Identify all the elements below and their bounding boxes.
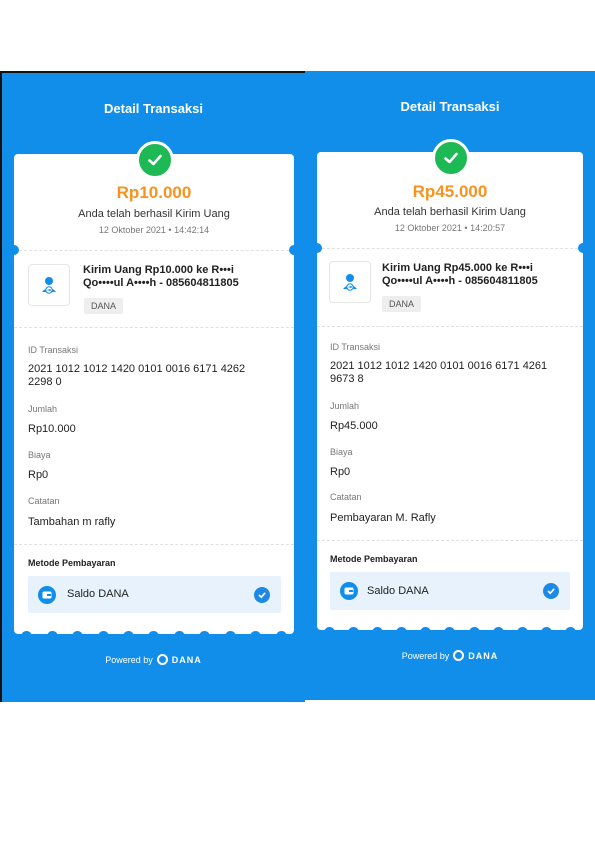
divider xyxy=(317,248,583,249)
transaction-title-line2: Qo••••ul A••••h - 085604811805 xyxy=(382,275,538,287)
wallet-icon xyxy=(38,586,56,604)
note-label: Catatan xyxy=(28,496,60,506)
divider xyxy=(14,250,294,251)
verified-check-icon xyxy=(543,583,559,599)
wallet-tag: DANA xyxy=(84,298,124,314)
transaction-title-line1: Kirim Uang Rp45.000 ke R•••i xyxy=(382,262,533,274)
transaction-datetime: 12 Oktober 2021 • 14:20:57 xyxy=(394,223,506,233)
receipt-card: Rp45.000 Anda telah berhasil Kirim Uang … xyxy=(312,152,588,630)
amount-label: Jumlah xyxy=(330,401,360,411)
id-label: ID Transaksi xyxy=(28,345,79,355)
verified-check-icon xyxy=(254,587,270,603)
transaction-id-line2: 2298 0 xyxy=(28,376,62,388)
amount-value: Rp10.000 xyxy=(28,423,76,435)
amount: Rp45.000 xyxy=(412,182,488,201)
powered-by: Powered by DANA xyxy=(305,650,595,661)
amount-label: Jumlah xyxy=(28,404,58,414)
header-title: Detail Transaksi xyxy=(104,101,203,116)
receipt-panel-left: Detail Transaksi Rp10.000 Anda telah ber… xyxy=(2,73,305,702)
amount-value: Rp45.000 xyxy=(330,420,378,432)
fee-label: Biaya xyxy=(28,450,51,460)
success-subtitle: Anda telah berhasil Kirim Uang xyxy=(78,208,230,220)
dana-brand: DANA xyxy=(171,654,202,665)
transaction-title-line2: Qo••••ul A••••h - 085604811805 xyxy=(83,277,239,289)
receipt-panel-right: Detail Transaksi Rp45.000 Anda telah ber… xyxy=(305,71,595,700)
divider xyxy=(14,327,294,328)
amount: Rp10.000 xyxy=(116,183,192,202)
note-label: Catatan xyxy=(330,492,362,502)
note-value: Pembayaran M. Rafly xyxy=(330,512,436,524)
divider xyxy=(317,540,583,541)
transaction-id: 2021 1012 1012 1420 0101 0016 6171 4262 … xyxy=(28,363,288,389)
dana-logo-icon xyxy=(453,650,465,661)
ticket-notch-left xyxy=(312,243,322,253)
powered-by-text: Powered by xyxy=(105,654,153,665)
wallet-icon xyxy=(340,582,358,600)
dana-logo-icon xyxy=(156,654,168,665)
payment-method-title: Metode Pembayaran xyxy=(330,554,418,564)
payment-method-item[interactable]: Saldo DANA xyxy=(28,576,281,613)
fee-value: Rp0 xyxy=(330,466,351,478)
transaction-id: 2021 1012 1012 1420 0101 0016 6171 4261 … xyxy=(330,360,580,386)
header-title: Detail Transaksi xyxy=(400,99,500,114)
receipt-card: Rp10.000 Anda telah berhasil Kirim Uang … xyxy=(9,154,299,634)
ticket-scallop-edge xyxy=(317,624,583,638)
note-value: Tambahan m rafly xyxy=(28,516,116,528)
ticket-notch-right xyxy=(289,245,299,255)
transaction-title-line1: Kirim Uang Rp10.000 ke R•••i xyxy=(83,264,234,276)
ticket-notch-right xyxy=(578,243,588,253)
transfer-user-icon xyxy=(28,264,70,306)
transaction-id-line1: 2021 1012 1012 1420 0101 0016 6171 4262 xyxy=(28,363,246,375)
payment-method-title: Metode Pembayaran xyxy=(28,558,116,568)
wallet-tag: DANA xyxy=(382,296,422,312)
transfer-user-icon xyxy=(329,261,371,303)
ticket-notch-left xyxy=(9,245,19,255)
transaction-datetime: 12 Oktober 2021 • 14:42:14 xyxy=(98,225,210,235)
powered-by-text: Powered by xyxy=(401,650,450,661)
payment-method-label: Saldo DANA xyxy=(67,588,129,600)
divider xyxy=(14,544,294,545)
transaction-id-line1: 2021 1012 1012 1420 0101 0016 6171 4261 xyxy=(330,360,548,372)
dana-brand: DANA xyxy=(468,650,499,661)
transaction-id-line2: 9673 8 xyxy=(330,373,364,385)
success-check-icon xyxy=(432,139,470,177)
fee-label: Biaya xyxy=(330,447,353,457)
divider xyxy=(317,326,583,327)
transaction-title: Kirim Uang Rp45.000 ke R•••i Qo••••ul A•… xyxy=(382,262,538,288)
payment-method-item[interactable]: Saldo DANA xyxy=(330,572,570,610)
payment-method-label: Saldo DANA xyxy=(367,585,429,597)
fee-value: Rp0 xyxy=(28,469,49,481)
success-check-icon xyxy=(136,141,174,179)
transaction-title: Kirim Uang Rp10.000 ke R•••i Qo••••ul A•… xyxy=(83,264,239,290)
success-subtitle: Anda telah berhasil Kirim Uang xyxy=(374,206,526,218)
ticket-scallop-edge xyxy=(14,628,294,642)
powered-by: Powered by DANA xyxy=(2,654,305,665)
id-label: ID Transaksi xyxy=(330,342,381,352)
